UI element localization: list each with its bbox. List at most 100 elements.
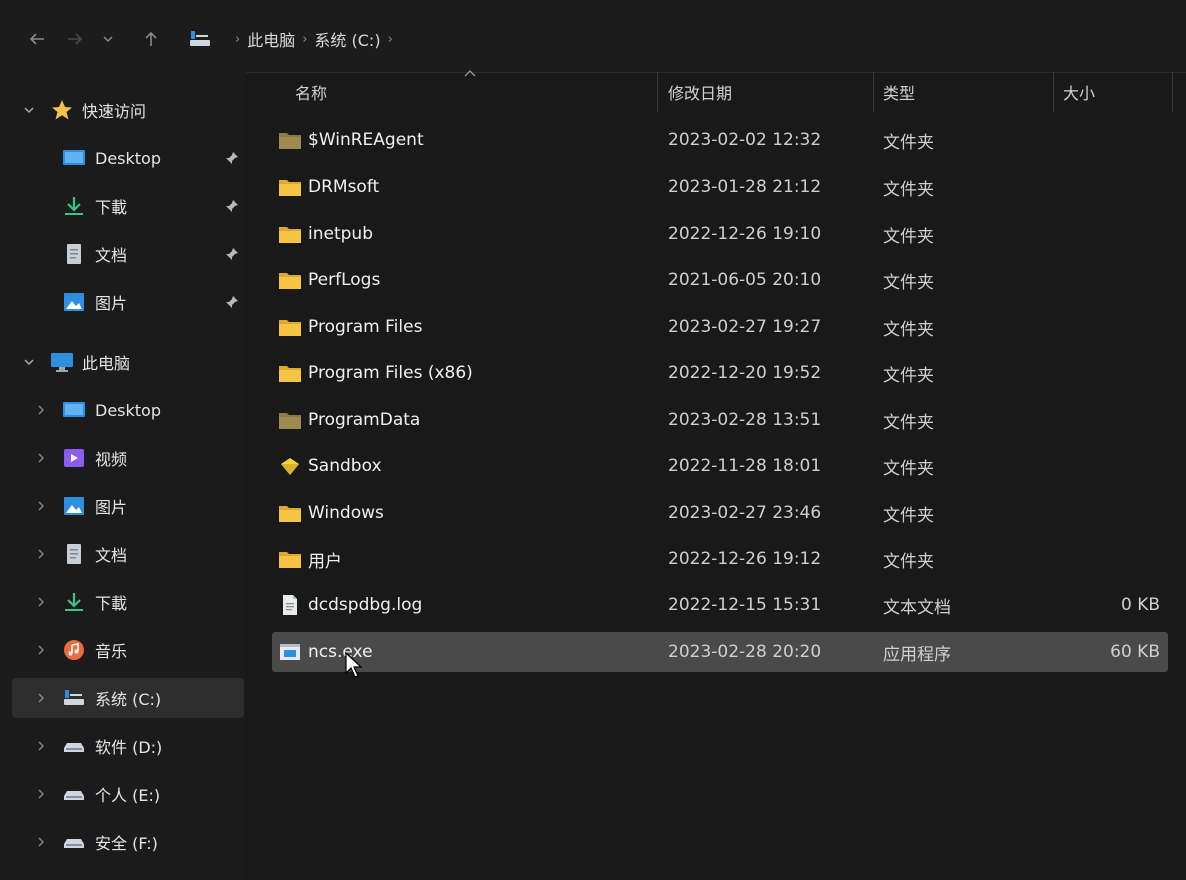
column-divider[interactable] [1053, 72, 1054, 112]
folder-icon [279, 180, 301, 196]
column-divider[interactable] [1172, 72, 1173, 112]
chevron-right-icon[interactable] [34, 643, 48, 657]
chevron-down-icon[interactable] [22, 355, 36, 369]
table-row[interactable]: dcdspdbg.log 2022-12-15 15:31 文本文档 0 KB [272, 585, 1168, 625]
up-arrow-icon[interactable] [136, 24, 166, 54]
chevron-right-icon[interactable] [34, 835, 48, 849]
sidebar-item-pc-drive-e[interactable]: 个人 (E:) [12, 774, 244, 814]
sidebar-item-label: 图片 [95, 294, 128, 313]
file-date: 2023-02-27 19:27 [668, 317, 822, 337]
pin-icon [225, 295, 239, 309]
file-name: Program Files (x86) [308, 363, 473, 383]
sidebar-item-label: Desktop [95, 148, 161, 168]
breadcrumb-separator-icon: › [235, 31, 241, 47]
chevron-right-icon[interactable] [34, 403, 48, 417]
sidebar-item-pc-system-c[interactable]: 系统 (C:) [12, 678, 244, 718]
sidebar-item-this-pc[interactable]: 此电脑 [12, 342, 244, 382]
chevron-right-icon[interactable] [34, 595, 48, 609]
download-icon [65, 593, 83, 611]
sidebar-item-pc-videos[interactable]: 视频 [12, 438, 244, 478]
table-row[interactable]: Windows 2023-02-27 23:46 文件夹 [272, 493, 1168, 533]
system-drive-icon[interactable] [188, 29, 212, 49]
pictures-icon [64, 293, 84, 311]
sidebar-item-pc-downloads[interactable]: 下載 [12, 582, 244, 622]
sidebar-item-label: 文档 [95, 246, 128, 265]
sidebar-item-quick-access[interactable]: 快速访问 [12, 90, 244, 130]
sidebar-item-pc-pictures[interactable]: 图片 [12, 486, 244, 526]
column-header-type[interactable]: 类型 [883, 72, 915, 112]
pictures-icon [64, 497, 84, 515]
sidebar-item-label: 图片 [95, 498, 128, 517]
table-row[interactable]: PerfLogs 2021-06-05 20:10 文件夹 [272, 260, 1168, 300]
table-row-selected[interactable]: ncs.exe 2023-02-28 20:20 应用程序 60 KB [272, 632, 1168, 672]
music-icon [64, 640, 84, 660]
sandbox-icon [281, 458, 299, 475]
file-date: 2023-01-28 21:12 [668, 177, 822, 197]
chevron-right-icon[interactable] [34, 499, 48, 513]
table-row[interactable]: 用户 2022-12-26 19:12 文件夹 [272, 539, 1168, 579]
text-file-icon [283, 595, 297, 615]
sidebar-item-label: 此电脑 [82, 354, 131, 373]
chevron-right-icon[interactable] [34, 691, 48, 705]
folder-icon [279, 552, 301, 568]
breadcrumb-item-this-pc[interactable]: 此电脑 [247, 27, 295, 51]
table-row[interactable]: ProgramData 2023-02-28 13:51 文件夹 [272, 400, 1168, 440]
pin-icon [225, 199, 239, 213]
column-divider[interactable] [873, 72, 874, 112]
file-date: 2022-12-26 19:10 [668, 224, 822, 244]
file-name: ProgramData [308, 410, 421, 430]
file-date: 2023-02-28 13:51 [668, 410, 822, 430]
chevron-right-icon[interactable] [34, 739, 48, 753]
drive-icon [64, 743, 84, 752]
folder-icon [279, 366, 301, 382]
sidebar-item-quick-documents[interactable]: 文档 [12, 234, 244, 274]
file-name: inetpub [308, 224, 373, 244]
folder-icon [279, 227, 301, 243]
navigation-pane: 快速访问 Desktop 下載 文档 图片 此电脑 Desktop 视频 图片 … [0, 72, 246, 880]
sidebar-item-pc-documents[interactable]: 文档 [12, 534, 244, 574]
sidebar-item-pc-drive-f[interactable]: 安全 (F:) [12, 822, 244, 862]
table-row[interactable]: DRMsoft 2023-01-28 21:12 文件夹 [272, 167, 1168, 207]
file-name: DRMsoft [308, 177, 380, 197]
sidebar-item-pc-drive-d[interactable]: 软件 (D:) [12, 726, 244, 766]
recent-locations-chevron-icon[interactable] [93, 24, 123, 54]
table-row[interactable]: Program Files 2023-02-27 19:27 文件夹 [272, 307, 1168, 347]
breadcrumb: › 此电脑 › 系统 (C:) › [188, 24, 400, 54]
download-icon [65, 197, 83, 215]
sidebar-item-pc-desktop[interactable]: Desktop [12, 390, 244, 430]
column-header-name[interactable]: 名称 [295, 72, 327, 112]
file-type: 应用程序 [883, 644, 951, 665]
table-row[interactable]: inetpub 2022-12-26 19:10 文件夹 [272, 214, 1168, 254]
chevron-right-icon[interactable] [34, 547, 48, 561]
sidebar-item-label: 下載 [95, 198, 128, 217]
column-divider[interactable] [657, 72, 658, 112]
file-name: Sandbox [308, 456, 382, 476]
address-bar: › 此电脑 › 系统 (C:) › [0, 0, 1186, 73]
table-row[interactable]: Sandbox 2022-11-28 18:01 文件夹 [272, 446, 1168, 486]
column-header-date[interactable]: 修改日期 [668, 72, 732, 112]
breadcrumb-separator-icon[interactable]: › [388, 32, 393, 47]
drive-icon [64, 791, 84, 800]
drive-icon [64, 839, 84, 848]
file-type: 文件夹 [883, 319, 934, 340]
table-row[interactable]: $WinREAgent 2023-02-02 12:32 文件夹 [272, 120, 1168, 160]
sidebar-item-label: 文档 [95, 546, 128, 565]
chevron-right-icon[interactable] [34, 451, 48, 465]
chevron-right-icon[interactable] [34, 787, 48, 801]
folder-icon [279, 320, 301, 336]
breadcrumb-item-system-c[interactable]: 系统 (C:) [314, 27, 380, 51]
file-date: 2022-12-15 15:31 [668, 595, 822, 615]
table-row[interactable]: Program Files (x86) 2022-12-20 19:52 文件夹 [272, 353, 1168, 393]
video-icon [64, 449, 84, 467]
chevron-down-icon[interactable] [22, 103, 36, 117]
back-arrow-icon[interactable] [22, 24, 52, 54]
sidebar-item-quick-desktop[interactable]: Desktop [12, 138, 244, 178]
sidebar-item-pc-music[interactable]: 音乐 [12, 630, 244, 670]
file-explorer-window: › 此电脑 › 系统 (C:) › 快速访问 Desktop 下載 文档 图片 … [0, 0, 1186, 880]
mouse-cursor-icon [345, 652, 363, 678]
sidebar-item-quick-downloads[interactable]: 下載 [12, 186, 244, 226]
forward-arrow-icon[interactable] [60, 24, 90, 54]
column-header-size[interactable]: 大小 [1063, 72, 1095, 112]
file-date: 2022-12-26 19:12 [668, 549, 822, 569]
sidebar-item-quick-pictures[interactable]: 图片 [12, 282, 244, 322]
